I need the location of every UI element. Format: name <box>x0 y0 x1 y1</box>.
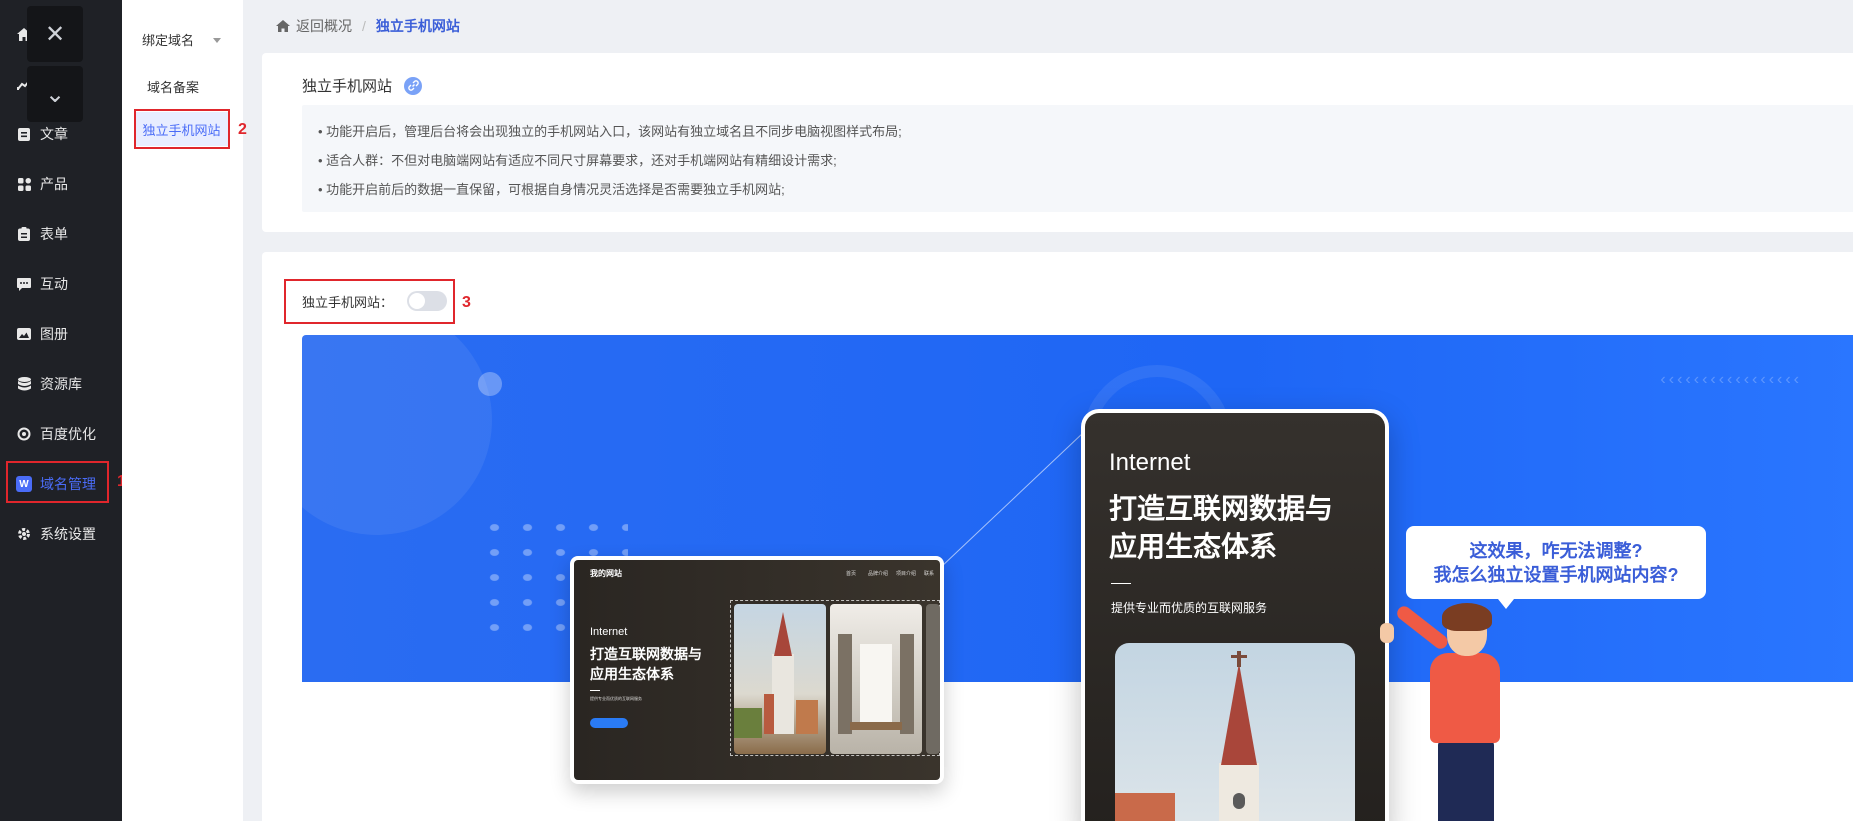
bubble-line: 这效果，咋无法调整? <box>1469 540 1643 561</box>
page-title: 独立手机网站 <box>302 75 423 96</box>
mock-nav-item: 联系 <box>924 571 935 577</box>
decor-circle <box>302 335 492 535</box>
main-sidebar: 概况 统计 文章 产品 表单 互动 图册 <box>0 0 122 821</box>
sidebar-item-label: 产品 <box>40 176 68 192</box>
mock-tagline: 提供专业而优质的互联网服务 <box>1111 601 1268 615</box>
breadcrumb-back-link[interactable]: 返回概况 <box>296 16 352 36</box>
mock-nav-item: 品牌介绍 <box>868 571 889 577</box>
sidebar-item-label: 图册 <box>40 326 68 342</box>
speech-bubble: 这效果，咋无法调整? 我怎么独立设置手机网站内容? <box>1406 526 1706 609</box>
illustration-banner: ‹‹‹‹‹‹‹‹‹‹‹‹‹‹‹‹‹ <box>302 335 1853 682</box>
info-line: • 适合人群：不但对电脑端网站有适应不同尺寸屏幕要求，还对手机端网站有精细设计需… <box>318 153 837 168</box>
sub-item-bind-domain[interactable]: 绑定域名 <box>122 26 243 52</box>
chat-icon <box>16 276 32 292</box>
mock-cta-button <box>590 718 628 728</box>
sidebar-item-forms[interactable]: 表单 <box>0 214 122 254</box>
sidebar-item-label: 文章 <box>40 126 68 142</box>
info-card: 独立手机网站 • 功能开启后，管理后台将会出现独立的手机网站入口，该网站有独立域… <box>262 53 1853 232</box>
sidebar-item-settings[interactable]: 系统设置 <box>0 514 122 554</box>
gallery-icon <box>16 326 32 342</box>
mock-tagline: 提供专业而优质的互联网服务 <box>590 696 642 701</box>
sub-item-label: 域名备案 <box>147 79 200 95</box>
mock-church-photo <box>734 604 826 754</box>
expand-overlay-button[interactable]: ⌄ <box>27 66 83 122</box>
sidebar-item-seo[interactable]: 百度优化 <box>0 414 122 454</box>
decor-chevrons-icon: ‹‹‹‹‹‹‹‹‹‹‹‹‹‹‹‹‹ <box>1660 371 1802 388</box>
form-icon <box>16 226 32 242</box>
decor-dot <box>478 372 502 396</box>
sidebar-item-interaction[interactable]: 互动 <box>0 264 122 304</box>
mock-nav-item: 首页 <box>846 571 857 577</box>
sidebar-item-products[interactable]: 产品 <box>0 164 122 204</box>
chevron-down-icon: ⌄ <box>44 80 66 108</box>
sidebar-item-gallery[interactable]: 图册 <box>0 314 122 354</box>
person-illustration-body <box>1430 653 1500 743</box>
article-icon <box>16 126 32 142</box>
breadcrumb: 返回概况 / 独立手机网站 <box>276 16 460 36</box>
seo-icon <box>16 426 32 442</box>
sub-item-label: 绑定域名 <box>142 32 195 48</box>
mock-nav-item: 项目介绍 <box>896 571 917 577</box>
sidebar-item-label: 表单 <box>40 226 68 242</box>
mock-site-name: 我的网站 <box>590 569 622 578</box>
chevron-down-icon <box>213 38 221 43</box>
sidebar-item-label: 互动 <box>40 276 68 292</box>
desktop-screen: 我的网站 首页 品牌介绍 项目介绍 联系 Internet 打造互联网数据与 应… <box>574 560 940 780</box>
mock-headline: 应用生态体系 <box>590 666 674 682</box>
link-icon[interactable] <box>404 76 423 95</box>
sidebar-item-resources[interactable]: 资源库 <box>0 364 122 404</box>
person-illustration-legs <box>1438 741 1494 821</box>
product-icon <box>16 176 32 192</box>
bubble-line: 我怎么独立设置手机网站内容? <box>1433 564 1679 585</box>
annotation-number-2: 2 <box>238 121 247 138</box>
page-title-text: 独立手机网站 <box>302 78 393 95</box>
annotation-number-3: 3 <box>462 294 471 311</box>
mock-interior-photo <box>830 604 922 754</box>
database-icon <box>16 376 32 392</box>
mock-divider <box>1111 583 1131 584</box>
mock-headline: 打造互联网数据与 <box>590 646 702 662</box>
gear-icon <box>16 526 32 542</box>
mobile-screen: Internet 打造互联网数据与 应用生态体系 提供专业而优质的互联网服务 <box>1085 413 1385 821</box>
sidebar-item-label: 系统设置 <box>40 526 96 542</box>
sidebar-item-label: 百度优化 <box>40 426 96 442</box>
home-icon <box>276 20 290 32</box>
highlight-box-3 <box>284 279 455 324</box>
person-illustration-hair <box>1442 603 1492 631</box>
breadcrumb-separator: / <box>362 18 366 34</box>
feature-illustration: ‹‹‹‹‹‹‹‹‹‹‹‹‹‹‹‹‹ 我的网站 首页 品牌介绍 项目介绍 联系 I… <box>302 335 1853 821</box>
settings-card: 独立手机网站： ‹‹‹‹‹‹‹‹‹‹‹‹‹‹‹‹‹ 我的网站 首页 品牌介绍 项… <box>262 252 1853 821</box>
info-line: • 功能开启前后的数据一直保留，可根据自身情况灵活选择是否需要独立手机网站; <box>318 182 785 197</box>
mock-divider <box>590 690 600 691</box>
sub-item-domain-record[interactable]: 域名备案 <box>122 73 243 99</box>
breadcrumb-current: 独立手机网站 <box>375 18 460 34</box>
close-icon: ✕ <box>44 20 66 48</box>
info-description: • 功能开启后，管理后台将会出现独立的手机网站入口，该网站有独立域名且不同步电脑… <box>302 105 1853 212</box>
sidebar-item-label: 资源库 <box>40 376 82 392</box>
mock-kicker: Internet <box>590 626 628 638</box>
mock-headline: 打造互联网数据与 <box>1109 493 1334 524</box>
mock-headline: 应用生态体系 <box>1109 531 1278 562</box>
desktop-site-mockup: 我的网站 首页 品牌介绍 项目介绍 联系 Internet 打造互联网数据与 应… <box>570 556 944 784</box>
highlight-box-2 <box>134 109 230 149</box>
mobile-site-mockup: Internet 打造互联网数据与 应用生态体系 提供专业而优质的互联网服务 <box>1081 409 1389 821</box>
person-illustration-hand <box>1380 623 1394 643</box>
info-line: • 功能开启后，管理后台将会出现独立的手机网站入口，该网站有独立域名且不同步电脑… <box>318 124 902 139</box>
close-overlay-button[interactable]: ✕ <box>27 6 83 62</box>
highlight-box-1 <box>6 461 109 503</box>
connector-line <box>922 415 1102 585</box>
mock-church-photo <box>1115 643 1355 821</box>
mock-kicker: Internet <box>1109 449 1191 476</box>
mock-third-photo <box>926 604 940 754</box>
